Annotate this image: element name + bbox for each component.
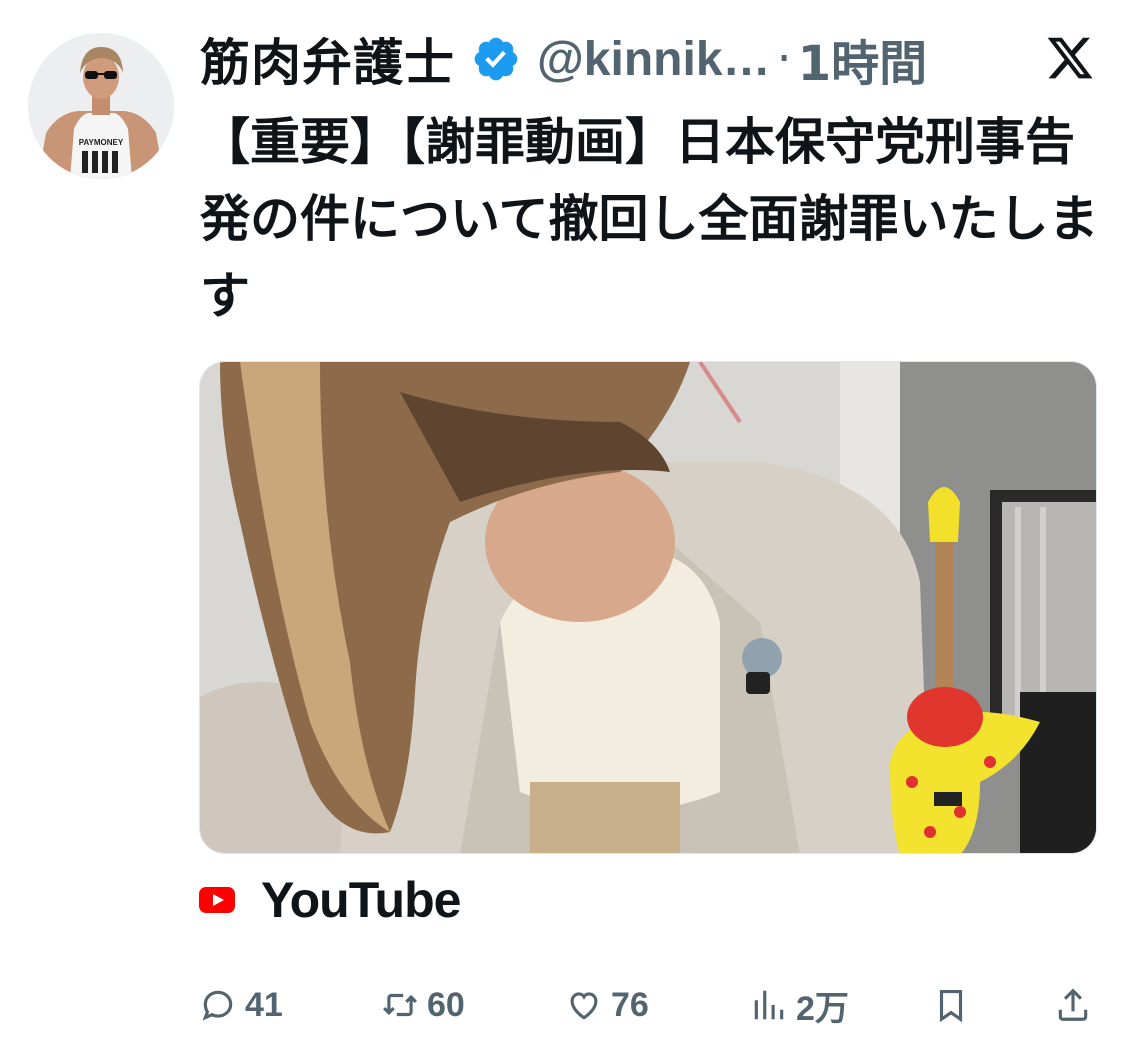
view-count: 2万: [796, 989, 849, 1028]
separator-dot: ·: [776, 31, 792, 87]
bookmark-button[interactable]: [932, 978, 970, 1032]
share-icon: [1058, 988, 1088, 1021]
video-thumbnail[interactable]: [199, 361, 1097, 854]
avatar[interactable]: PAYMONEY: [28, 33, 174, 179]
reply-button[interactable]: 41: [199, 978, 283, 1032]
like-count: 76: [611, 985, 649, 1024]
tweet-text: 【重要】【謝罪動画】日本保守党刑事告発の件について撤回し全面謝罪いたします: [200, 113, 1099, 325]
like-button[interactable]: 76: [565, 978, 649, 1032]
x-logo-icon[interactable]: [1045, 33, 1095, 83]
views-button[interactable]: 2万: [750, 978, 849, 1032]
share-button[interactable]: [1054, 978, 1092, 1032]
tweet-header: 筋肉弁護士 @kinnik… · 1時間: [200, 24, 1100, 94]
views-chart-icon: [754, 990, 784, 1020]
avatar-shirt-text: PAYMONEY: [79, 138, 124, 147]
user-handle[interactable]: @kinnik…: [537, 32, 771, 87]
heart-icon: [570, 992, 598, 1020]
retweet-button[interactable]: 60: [381, 978, 465, 1032]
verified-badge-icon: [474, 37, 518, 81]
retweet-count: 60: [427, 985, 465, 1024]
card-source[interactable]: YouTube: [199, 870, 461, 930]
card-source-label: YouTube: [261, 872, 461, 928]
reply-count: 41: [245, 985, 283, 1024]
reply-icon: [202, 990, 233, 1021]
youtube-icon: [199, 887, 235, 913]
display-name[interactable]: 筋肉弁護士: [200, 23, 455, 95]
timestamp[interactable]: 1時間: [798, 24, 927, 94]
bookmark-icon: [939, 989, 963, 1023]
retweet-icon: [383, 993, 417, 1017]
action-bar: 41 60 76 2万: [199, 978, 1099, 1032]
